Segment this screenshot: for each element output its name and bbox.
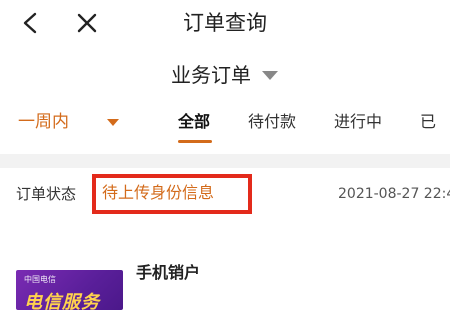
tab-in-progress[interactable]: 进行中: [334, 108, 382, 136]
tab-completed[interactable]: 已: [420, 108, 436, 136]
business-type-label: 业务订单: [171, 63, 251, 87]
product-thumbnail[interactable]: 中国电信 电信服务: [16, 270, 123, 310]
tab-all[interactable]: 全部: [178, 108, 210, 136]
thumbnail-title: 电信服务: [24, 292, 100, 310]
product-name[interactable]: 手机销户: [136, 262, 200, 284]
period-filter[interactable]: 一周内: [18, 108, 69, 136]
business-type-selector[interactable]: 业务订单: [0, 60, 450, 90]
order-status-label: 订单状态: [16, 185, 77, 203]
caret-down-icon[interactable]: [106, 118, 120, 127]
caret-down-icon: [262, 71, 278, 80]
order-date: 2021-08-27 22:4: [338, 186, 450, 202]
carrier-logo: 中国电信: [24, 275, 56, 284]
tab-pending-payment[interactable]: 待付款: [248, 108, 296, 136]
page-title: 订单查询: [183, 11, 267, 35]
order-tabs: 全部 待付款 进行中 已: [178, 108, 450, 136]
active-tab-indicator: [178, 140, 212, 143]
section-divider: [0, 154, 450, 168]
order-status-value: 待上传身份信息: [102, 183, 215, 202]
